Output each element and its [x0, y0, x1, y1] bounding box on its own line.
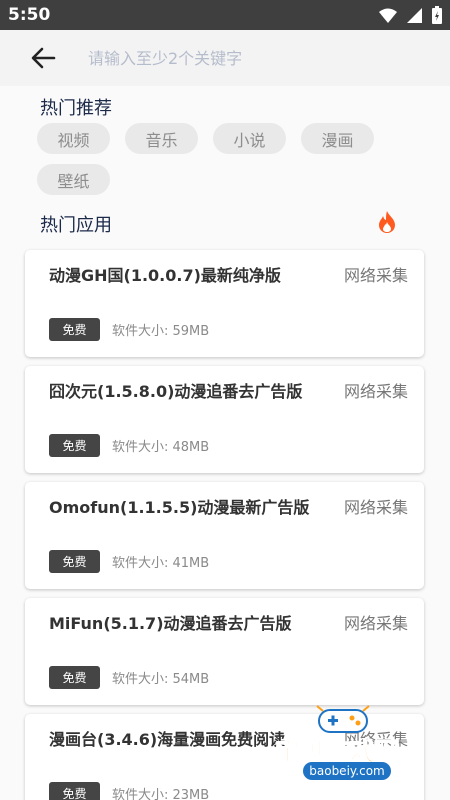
app-name: 动漫GH国(1.0.0.7)最新纯净版	[49, 266, 281, 285]
app-size: 软件大小: 23MB	[112, 788, 210, 800]
app-name: Omofun(1.1.5.5)动漫最新广告版	[49, 498, 310, 517]
app-card[interactable]: 囧次元(1.5.8.0)动漫追番去广告版 网络采集 免费 软件大小: 48MB	[25, 366, 424, 473]
app-source: 网络采集	[343, 498, 408, 517]
search-header	[0, 30, 450, 86]
app-size: 软件大小: 54MB	[112, 672, 210, 687]
app-card[interactable]: MiFun(5.1.7)动漫追番去广告版 网络采集 免费 软件大小: 54MB	[25, 598, 424, 705]
app-name: 漫画台(3.4.6)海量漫画免费阅读	[49, 730, 286, 749]
tag-comic[interactable]: 漫画	[301, 123, 374, 154]
status-time: 5:50	[8, 5, 51, 25]
tag-novel[interactable]: 小说	[213, 123, 286, 154]
search-input[interactable]	[88, 44, 418, 72]
fire-icon	[379, 211, 395, 233]
watermark-url: baobeiy.com	[303, 762, 391, 780]
app-source: 网络采集	[343, 266, 408, 285]
app-source: 网络采集	[343, 382, 408, 401]
hot-recommend-tags: 视频 音乐 小说 漫画 壁纸	[37, 123, 397, 195]
status-bar: 5:50	[0, 0, 450, 30]
watermark: 宝贝游戏网 baobeiy.com	[274, 702, 425, 787]
free-badge: 免费	[49, 434, 100, 457]
tag-music[interactable]: 音乐	[125, 123, 198, 154]
signal-icon	[407, 7, 422, 23]
app-card[interactable]: 动漫GH国(1.0.0.7)最新纯净版 网络采集 免费 软件大小: 59MB	[25, 250, 424, 357]
status-icons	[379, 6, 442, 24]
app-name: 囧次元(1.5.8.0)动漫追番去广告版	[49, 382, 303, 401]
back-arrow-icon[interactable]	[28, 44, 58, 72]
app-size: 软件大小: 41MB	[112, 556, 210, 571]
app-size: 软件大小: 48MB	[112, 440, 210, 455]
free-badge: 免费	[49, 666, 100, 689]
app-source: 网络采集	[343, 614, 408, 633]
hot-recommend-title: 热门推荐	[40, 98, 112, 119]
hot-apps-title: 热门应用	[40, 215, 112, 236]
tag-wallpaper[interactable]: 壁纸	[37, 164, 110, 195]
battery-icon	[432, 6, 442, 24]
app-name: MiFun(5.1.7)动漫追番去广告版	[49, 614, 292, 633]
free-badge: 免费	[49, 318, 100, 341]
wifi-icon	[379, 8, 397, 23]
free-badge: 免费	[49, 550, 100, 573]
app-size: 软件大小: 59MB	[112, 324, 210, 339]
tag-video[interactable]: 视频	[37, 123, 110, 154]
free-badge: 免费	[49, 782, 100, 800]
gamepad-icon	[316, 705, 370, 733]
app-card[interactable]: Omofun(1.1.5.5)动漫最新广告版 网络采集 免费 软件大小: 41M…	[25, 482, 424, 589]
